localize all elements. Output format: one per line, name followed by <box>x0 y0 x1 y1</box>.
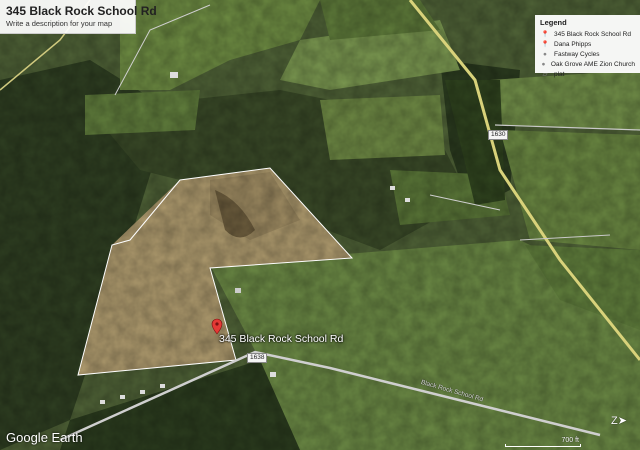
legend-item[interactable]: 📍 345 Black Rock School Rd <box>540 29 635 39</box>
pin-icon: 📍 <box>540 41 550 48</box>
legend-item[interactable]: ● Fastway Cycles <box>540 49 635 59</box>
map-title-panel[interactable]: 345 Black Rock School Rd Write a descrip… <box>0 0 157 34</box>
legend-item[interactable]: ● Oak Grove AME Zion Church <box>540 59 635 69</box>
map-title: 345 Black Rock School Rd <box>6 4 157 18</box>
house <box>405 198 410 202</box>
pin-icon: ● <box>543 50 547 58</box>
pin-icon: ● <box>541 60 546 68</box>
house <box>270 372 276 377</box>
legend-item-label: 345 Black Rock School Rd <box>554 30 631 38</box>
legend-heading: Legend <box>540 18 567 27</box>
house <box>120 395 125 399</box>
house <box>390 186 395 190</box>
house <box>160 384 165 388</box>
legend-item-label: plat <box>554 70 565 78</box>
legend-item-label: Fastway Cycles <box>554 50 600 58</box>
scale-bar-line <box>505 444 581 447</box>
map-description[interactable]: Write a description for your map <box>6 18 129 30</box>
legend-item[interactable]: 📍 Dana Phipps <box>540 39 635 49</box>
polygon-icon: ▱ <box>542 71 548 78</box>
pin-icon: 📍 <box>540 31 550 38</box>
house <box>235 288 241 293</box>
house <box>140 390 145 394</box>
scale-label: 700 ft <box>561 437 579 444</box>
place-label[interactable]: 345 Black Rock School Rd <box>219 333 343 345</box>
house <box>170 72 178 78</box>
house <box>100 400 105 404</box>
road-shield: 1638 <box>247 353 268 363</box>
road-shield: 1630 <box>488 130 509 140</box>
legend-panel: Legend 📍 345 Black Rock School Rd 📍 Dana… <box>535 15 640 78</box>
scale-bar: 700 ft <box>505 437 581 449</box>
legend-item-label: Dana Phipps <box>554 40 592 48</box>
legend-item[interactable]: ▱ plat <box>540 69 635 79</box>
compass-icon[interactable]: Z➤ <box>611 414 627 427</box>
google-earth-logo: Google Earth <box>6 430 83 445</box>
legend-item-label: Oak Grove AME Zion Church <box>550 60 635 68</box>
